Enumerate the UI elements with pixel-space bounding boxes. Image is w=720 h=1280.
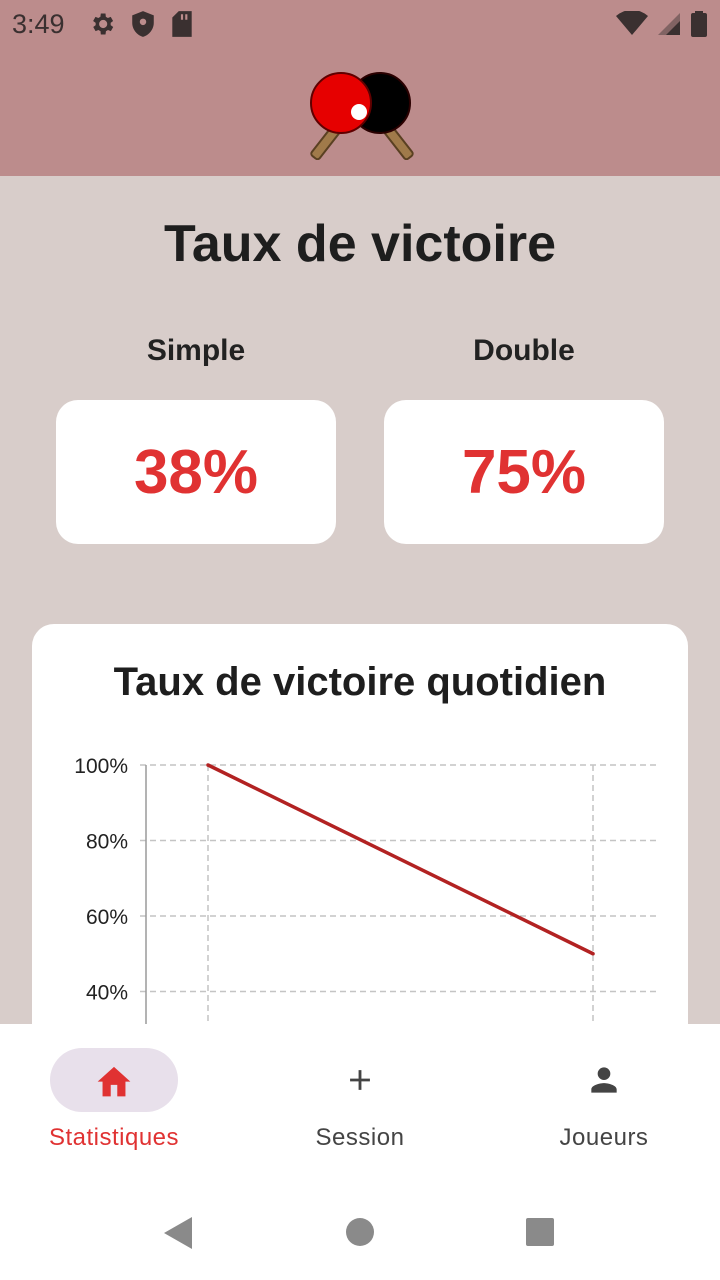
double-label: Double xyxy=(473,334,575,367)
status-icons-right xyxy=(616,10,708,38)
wifi-icon xyxy=(616,11,648,35)
home-icon xyxy=(97,1066,131,1097)
home-button-icon[interactable] xyxy=(345,1217,375,1247)
y-tick-label: 60% xyxy=(86,906,128,929)
simple-label: Simple xyxy=(146,334,246,367)
app-header xyxy=(0,50,720,176)
back-icon[interactable] xyxy=(162,1216,194,1250)
daily-win-rate-chart-card: Taux de victoire quotidien 100% 80% 60% 40% xyxy=(32,624,688,1024)
nav-label-statistiques: Statistiques xyxy=(48,1124,180,1151)
nav-label-session: Session xyxy=(315,1124,405,1151)
nav-pill-session[interactable] xyxy=(296,1048,424,1112)
system-navigation-bar xyxy=(0,1186,720,1280)
stats-screen: Taux de victoire Simple Double 38% 75% T… xyxy=(0,176,720,1024)
settings-icon xyxy=(93,13,114,35)
status-icons-left xyxy=(88,10,194,38)
nav-pill-statistiques[interactable] xyxy=(50,1048,178,1112)
y-tick-label: 100% xyxy=(74,755,128,778)
recents-icon[interactable] xyxy=(525,1217,555,1247)
nav-pill-joueurs[interactable] xyxy=(540,1048,668,1112)
data-point xyxy=(591,951,595,956)
sd-card-icon xyxy=(172,11,192,37)
person-icon xyxy=(591,1067,617,1093)
double-win-rate-card: 75% xyxy=(384,400,664,544)
status-time: 3:49 xyxy=(12,9,65,39)
signal-icon xyxy=(658,13,680,35)
battery-icon xyxy=(691,11,707,37)
simple-win-rate-value: 38% xyxy=(133,437,259,507)
y-tick-label: 80% xyxy=(86,831,128,854)
nav-item-statistiques[interactable]: Statistiques xyxy=(14,1048,214,1158)
nav-label-joueurs: Joueurs xyxy=(559,1124,649,1151)
nav-item-session[interactable]: Session xyxy=(260,1048,460,1158)
data-point xyxy=(206,763,210,767)
status-bar: 3:49 xyxy=(0,0,720,50)
page-title: Taux de victoire xyxy=(163,215,557,273)
plus-icon xyxy=(350,1070,370,1090)
series-line xyxy=(207,763,594,956)
shield-icon xyxy=(132,11,154,37)
nav-item-joueurs[interactable]: Joueurs xyxy=(504,1048,704,1158)
y-tick-label: 40% xyxy=(86,982,128,1005)
ping-pong-paddles-icon xyxy=(310,72,414,160)
simple-win-rate-card: 38% xyxy=(56,400,336,544)
double-win-rate-value: 75% xyxy=(461,437,587,507)
bottom-navigation: Statistiques Session Joueurs xyxy=(0,1024,720,1186)
daily-win-rate-chart: 100% 80% 60% 40% xyxy=(74,755,656,1024)
